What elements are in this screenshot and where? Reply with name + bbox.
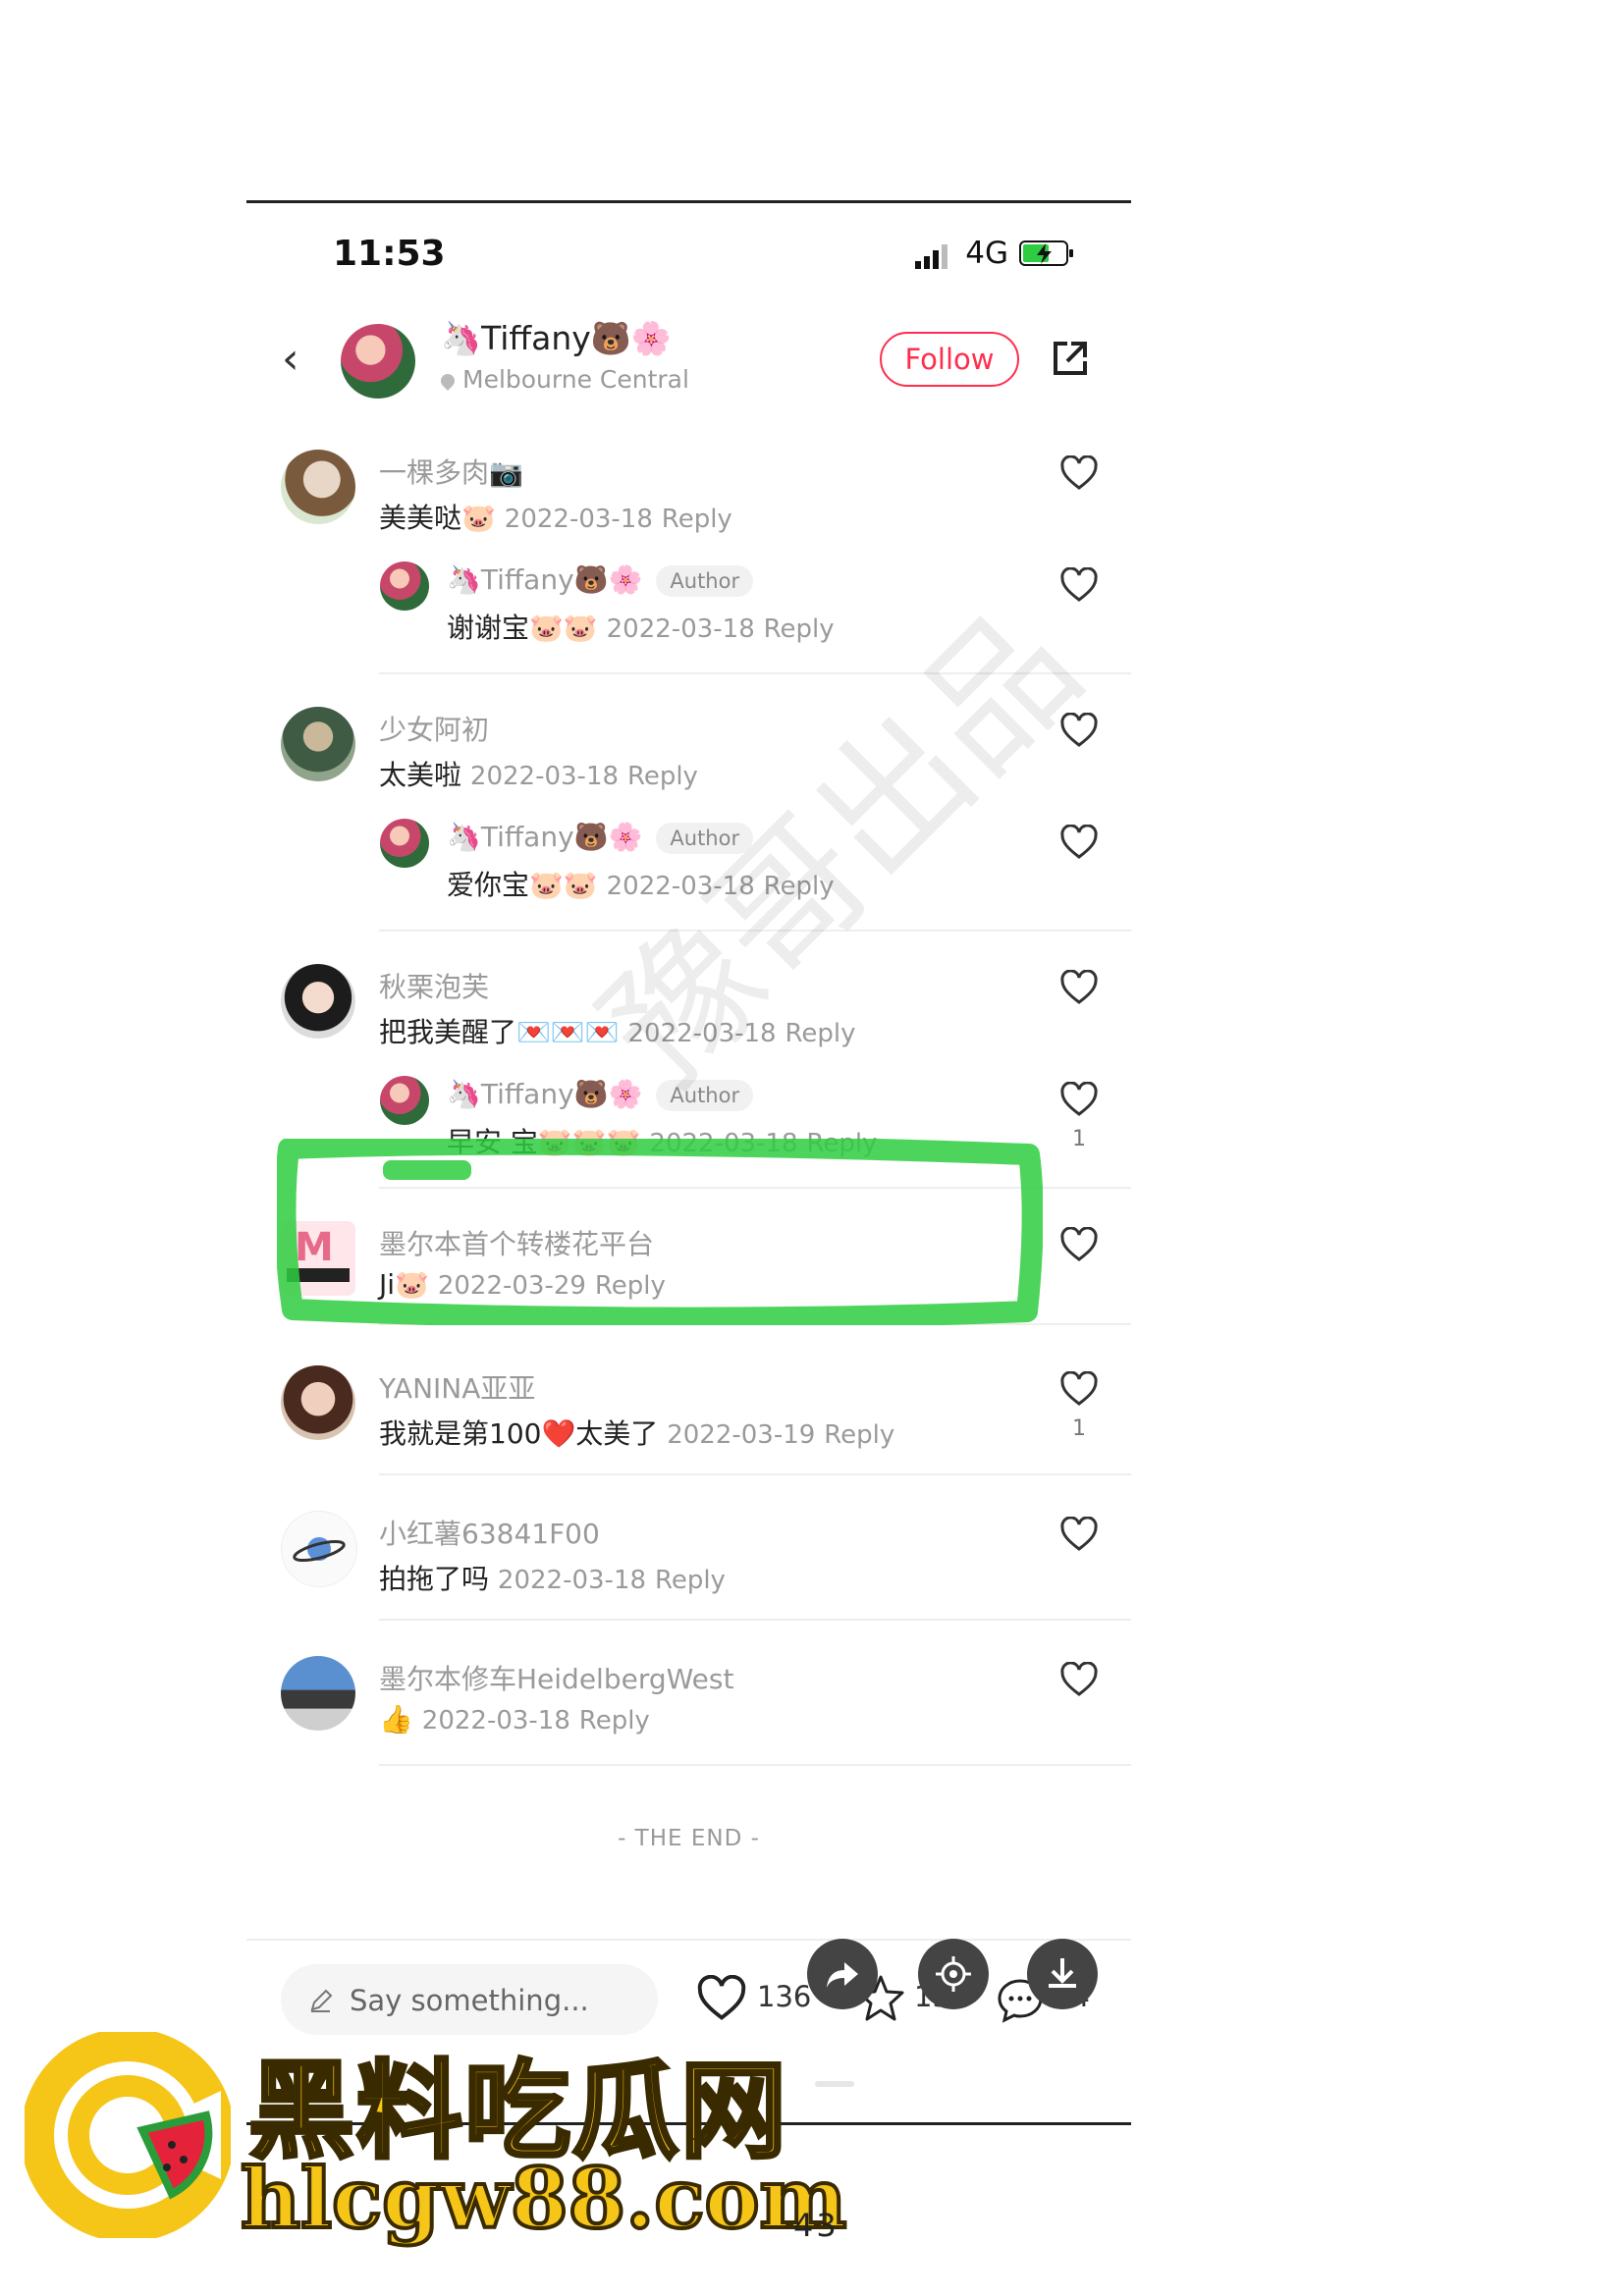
commenter-avatar[interactable] [281, 964, 355, 1039]
like-count: 1 [1072, 1127, 1086, 1151]
like-heart-icon[interactable] [1059, 1227, 1099, 1262]
comment-date: 2022-03-19 [667, 1420, 816, 1450]
comment-body: 太美啦 2022-03-18 Reply [379, 754, 698, 793]
commenter-name[interactable]: 墨尔本修车HeidelbergWest [379, 1658, 733, 1697]
author-badge: Author [656, 565, 754, 597]
comment-text: 我就是第100❤️太美了 [379, 1417, 659, 1450]
top-rule [246, 200, 1131, 203]
commenter-avatar[interactable] [281, 1656, 355, 1731]
reply-text: 爱你宝🐷🐷 [447, 869, 598, 901]
brand-url: hlcgw88.com [239, 2148, 848, 2249]
commenter-avatar[interactable] [281, 450, 355, 524]
reply-link[interactable]: Reply [662, 505, 732, 534]
download-float-button[interactable] [1027, 1939, 1098, 2009]
like-count: 1 [1072, 1416, 1086, 1441]
highlight-scribble [277, 1139, 1043, 1325]
end-of-comments: - THE END - [618, 1826, 760, 1851]
download-icon [1049, 1958, 1076, 1988]
like-heart-icon[interactable] [1059, 970, 1099, 1005]
author-avatar[interactable] [341, 324, 415, 399]
reply-author-name[interactable]: 🦄Tiffany🐻🌸 Author [447, 563, 754, 597]
reply-user: 🦄Tiffany🐻🌸 [447, 563, 643, 596]
like-heart-icon[interactable] [1059, 825, 1099, 860]
reply-avatar[interactable] [380, 1076, 429, 1125]
commenter-name[interactable]: 秋栗泡芙 [379, 966, 489, 1005]
locate-float-button[interactable] [918, 1939, 989, 2009]
reply-avatar[interactable] [380, 819, 429, 868]
comment-date: 2022-03-18 [421, 1706, 570, 1735]
comment-date: 2022-03-18 [504, 505, 653, 534]
back-chevron-icon[interactable]: ‹ [282, 338, 299, 381]
location-text: Melbourne Central [462, 365, 689, 394]
divider [379, 1764, 1131, 1766]
reply-date: 2022-03-18 [606, 614, 755, 644]
comment-body: 我就是第100❤️太美了 2022-03-19 Reply [379, 1413, 894, 1452]
battery-charging-icon [1019, 240, 1073, 266]
network-label: 4G [965, 236, 1008, 271]
like-heart-icon[interactable] [1059, 1517, 1099, 1552]
comment-text: 美美哒🐷 [379, 502, 496, 534]
share-icon[interactable] [1050, 338, 1091, 379]
reply-text: 谢谢宝🐷🐷 [447, 612, 598, 644]
comment-date: 2022-03-18 [497, 1566, 647, 1595]
commenter-avatar[interactable] [281, 707, 355, 781]
divider [379, 1473, 1131, 1475]
comment-input-placeholder: Say something... [350, 1984, 589, 2017]
reply-avatar[interactable] [380, 561, 429, 611]
divider [379, 1619, 1131, 1621]
crosshair-icon [936, 1956, 971, 1992]
location-pin-icon [438, 371, 458, 391]
comment-body: 拍拖了吗 2022-03-18 Reply [379, 1558, 726, 1597]
pencil-icon [310, 1989, 333, 2012]
like-heart-icon[interactable] [1059, 567, 1099, 603]
comment-text: 太美啦 [379, 759, 462, 791]
like-heart-icon[interactable] [1059, 1371, 1099, 1407]
signal-icon [915, 244, 947, 269]
status-bar: 11:53 4G [246, 226, 1131, 285]
like-heart-icon[interactable] [1059, 1662, 1099, 1697]
commenter-avatar[interactable] [281, 1365, 355, 1440]
commenter-name[interactable]: 小红薯63841F00 [379, 1513, 600, 1552]
author-name[interactable]: 🦄Tiffany🐻🌸 [441, 319, 672, 358]
page-number: 43 [793, 2207, 839, 2244]
comment-date: 2022-03-18 [469, 762, 620, 791]
reply-link[interactable]: Reply [764, 614, 835, 644]
share-float-button[interactable] [807, 1939, 878, 2009]
reply-link[interactable]: Reply [579, 1706, 650, 1735]
reply-user: 🦄Tiffany🐻🌸 [447, 1078, 643, 1110]
likes-count: 136 [757, 1980, 812, 2013]
comment-body: 美美哒🐷 2022-03-18 Reply [379, 497, 732, 536]
comment-text: 把我美醒了💌💌💌 [379, 1016, 620, 1048]
location-label[interactable]: Melbourne Central [438, 365, 689, 394]
post-header: ‹ 🦄Tiffany🐻🌸 Melbourne Central Follow [246, 314, 1131, 412]
commenter-avatar[interactable] [281, 1511, 357, 1587]
status-time: 11:53 [333, 234, 446, 274]
commenter-name[interactable]: 少女阿初 [379, 709, 489, 748]
like-heart-icon[interactable] [1059, 455, 1099, 491]
reply-user: 🦄Tiffany🐻🌸 [447, 821, 643, 853]
brand-watermark: 黑料吃瓜网 hlcgw88.com [25, 2022, 908, 2258]
commenter-name[interactable]: YANINA亚亚 [379, 1367, 535, 1407]
reply-body: 谢谢宝🐷🐷 2022-03-18 Reply [447, 607, 835, 646]
comment-text: 👍 [379, 1703, 413, 1735]
like-heart-icon[interactable] [696, 1975, 747, 2022]
comment-body: 👍 2022-03-18 Reply [379, 1703, 650, 1735]
comment-text: 拍拖了吗 [379, 1563, 490, 1595]
forward-arrow-icon [827, 1962, 858, 1988]
reply-link[interactable]: Reply [655, 1566, 726, 1595]
commenter-name[interactable]: 一棵多肉📷 [379, 452, 523, 491]
reply-link[interactable]: Reply [824, 1420, 894, 1450]
planet-icon [293, 1537, 346, 1563]
watermelon-logo-icon [25, 2032, 231, 2238]
reply-link[interactable]: Reply [627, 762, 698, 791]
follow-button[interactable]: Follow [880, 332, 1019, 387]
like-heart-icon[interactable] [1059, 1082, 1099, 1117]
